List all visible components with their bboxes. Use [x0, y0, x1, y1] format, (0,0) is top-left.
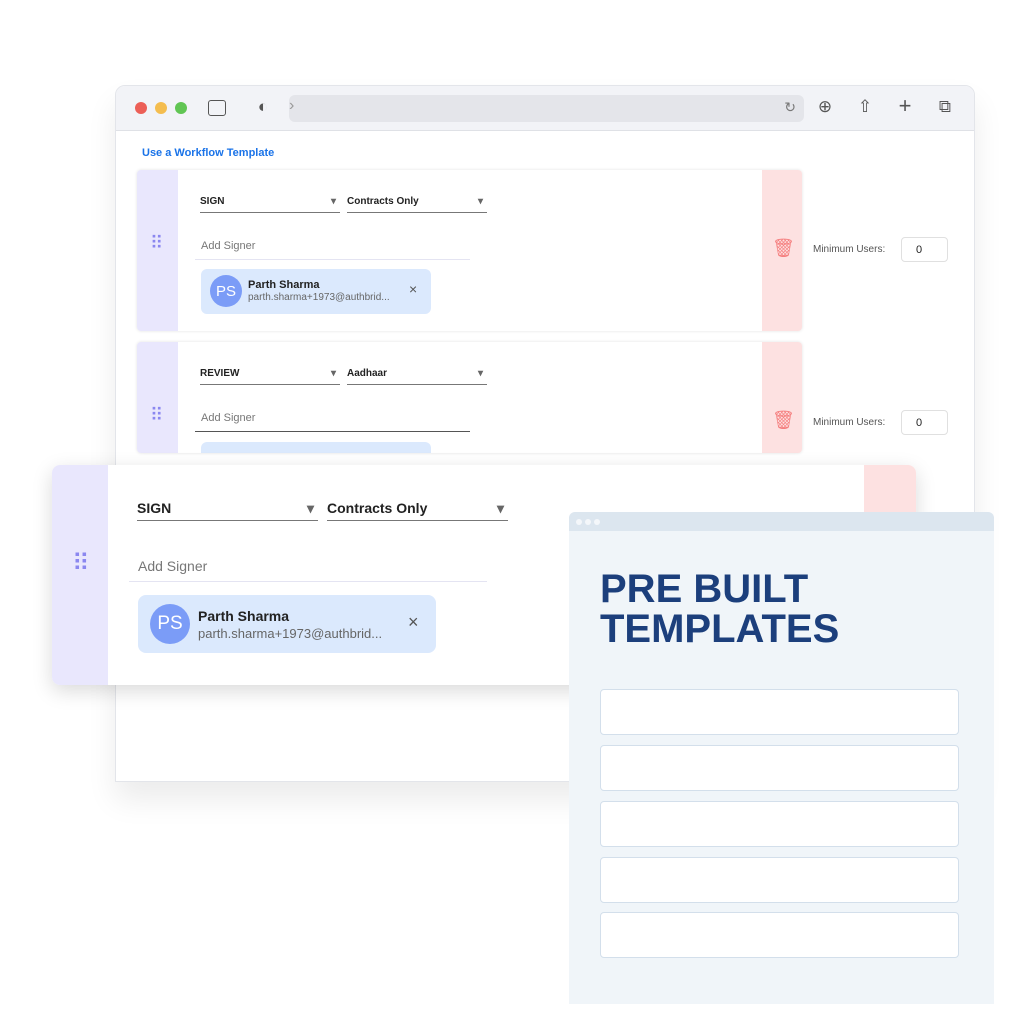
add-signer-input[interactable]: Add Signer	[195, 412, 470, 432]
minimum-users-input[interactable]: 0	[901, 410, 948, 435]
workflow-step-card: ⠿ SIGN ▾ Contracts Only ▾ Add Signer PS Pa…	[137, 170, 802, 331]
type-select[interactable]: Contracts Only ▾	[347, 196, 487, 213]
drag-icon: ⠿	[150, 233, 163, 253]
add-signer-input[interactable]: Add Signer	[129, 558, 487, 582]
panel-titlebar	[569, 512, 994, 531]
minimum-users-input[interactable]: 0	[901, 237, 948, 262]
shield-icon[interactable]: ◐	[252, 97, 274, 117]
delete-step-button[interactable]: 🗑	[762, 170, 802, 331]
remove-signer-icon[interactable]: ×	[409, 281, 417, 297]
template-item[interactable]	[600, 689, 959, 735]
avatar: PS	[150, 604, 190, 644]
caret-down-icon: ▾	[306, 500, 314, 516]
workflow-step-card: ⠿ REVIEW ▾ Aadhaar ▾ Add Signer 🗑	[137, 342, 802, 453]
type-value: Contracts Only	[327, 500, 428, 516]
trash-icon: 🗑	[772, 238, 795, 258]
action-select[interactable]: SIGN ▾	[200, 196, 340, 213]
drag-handle[interactable]: ⠿	[137, 170, 178, 331]
add-signer-input[interactable]: Add Signer	[195, 240, 470, 260]
window-dot	[594, 519, 600, 525]
type-value: Contracts Only	[347, 196, 419, 207]
action-value: REVIEW	[200, 368, 240, 379]
browser-toolbar: ◐ › ↻ ⊕ ⇧ + ⧉	[116, 86, 974, 131]
drag-handle[interactable]: ⠿	[52, 465, 108, 685]
caret-down-icon: ▾	[477, 196, 483, 207]
caret-down-icon: ▾	[330, 368, 336, 379]
close-window-button[interactable]	[135, 102, 147, 114]
chevron-right-icon[interactable]: ›	[289, 97, 294, 115]
drag-handle[interactable]: ⠿	[137, 342, 178, 453]
caret-down-icon: ▾	[330, 196, 336, 207]
signer-name: Parth Sharma	[248, 279, 320, 291]
reload-icon[interactable]: ↻	[784, 99, 796, 116]
share-icon[interactable]: ⇧	[854, 97, 876, 117]
window-dot	[576, 519, 582, 525]
drag-icon: ⠿	[150, 405, 163, 425]
type-select[interactable]: Contracts Only ▾	[327, 500, 508, 521]
prebuilt-templates-panel: PRE BUILT TEMPLATES	[569, 512, 994, 1004]
template-item[interactable]	[600, 857, 959, 903]
caret-down-icon: ▾	[496, 500, 504, 516]
plus-icon[interactable]: +	[894, 93, 916, 119]
minimize-window-button[interactable]	[155, 102, 167, 114]
action-select[interactable]: SIGN ▾	[137, 500, 318, 521]
signer-email: parth.sharma+1973@authbrid...	[248, 292, 390, 303]
drag-icon: ⠿	[72, 550, 90, 577]
signer-chip: PS Parth Sharma parth.sharma+1973@authbr…	[201, 269, 431, 314]
type-select[interactable]: Aadhaar ▾	[347, 368, 487, 385]
use-workflow-template-link[interactable]: Use a Workflow Template	[142, 147, 274, 159]
type-value: Aadhaar	[347, 368, 388, 379]
download-icon[interactable]: ⊕	[814, 97, 836, 117]
signer-chip: PS Parth Sharma parth.sharma+1973@authbr…	[138, 595, 436, 653]
action-select[interactable]: REVIEW ▾	[200, 368, 340, 385]
minimum-users-label: Minimum Users:	[813, 417, 886, 428]
template-item[interactable]	[600, 745, 959, 791]
template-item[interactable]	[600, 801, 959, 847]
trash-icon: 🗑	[772, 410, 795, 430]
delete-step-button[interactable]: 🗑	[762, 342, 802, 453]
title-line-1: PRE BUILT	[600, 567, 809, 611]
title-line-2: TEMPLATES	[600, 607, 840, 651]
action-value: SIGN	[137, 500, 172, 516]
remove-signer-icon[interactable]: ×	[408, 612, 419, 633]
signer-chip	[201, 442, 431, 453]
sidebar-icon[interactable]	[208, 100, 226, 116]
signer-email: parth.sharma+1973@authbrid...	[198, 626, 383, 641]
action-value: SIGN	[200, 196, 225, 207]
caret-down-icon: ▾	[477, 368, 483, 379]
tabs-icon[interactable]: ⧉	[934, 97, 956, 117]
panel-title: PRE BUILT TEMPLATES	[600, 569, 839, 649]
minimum-users-label: Minimum Users:	[813, 244, 886, 255]
template-item[interactable]	[600, 912, 959, 958]
window-dot	[585, 519, 591, 525]
signer-name: Parth Sharma	[198, 608, 290, 624]
maximize-window-button[interactable]	[175, 102, 187, 114]
avatar: PS	[210, 275, 242, 307]
address-bar[interactable]: › ↻	[289, 95, 804, 122]
